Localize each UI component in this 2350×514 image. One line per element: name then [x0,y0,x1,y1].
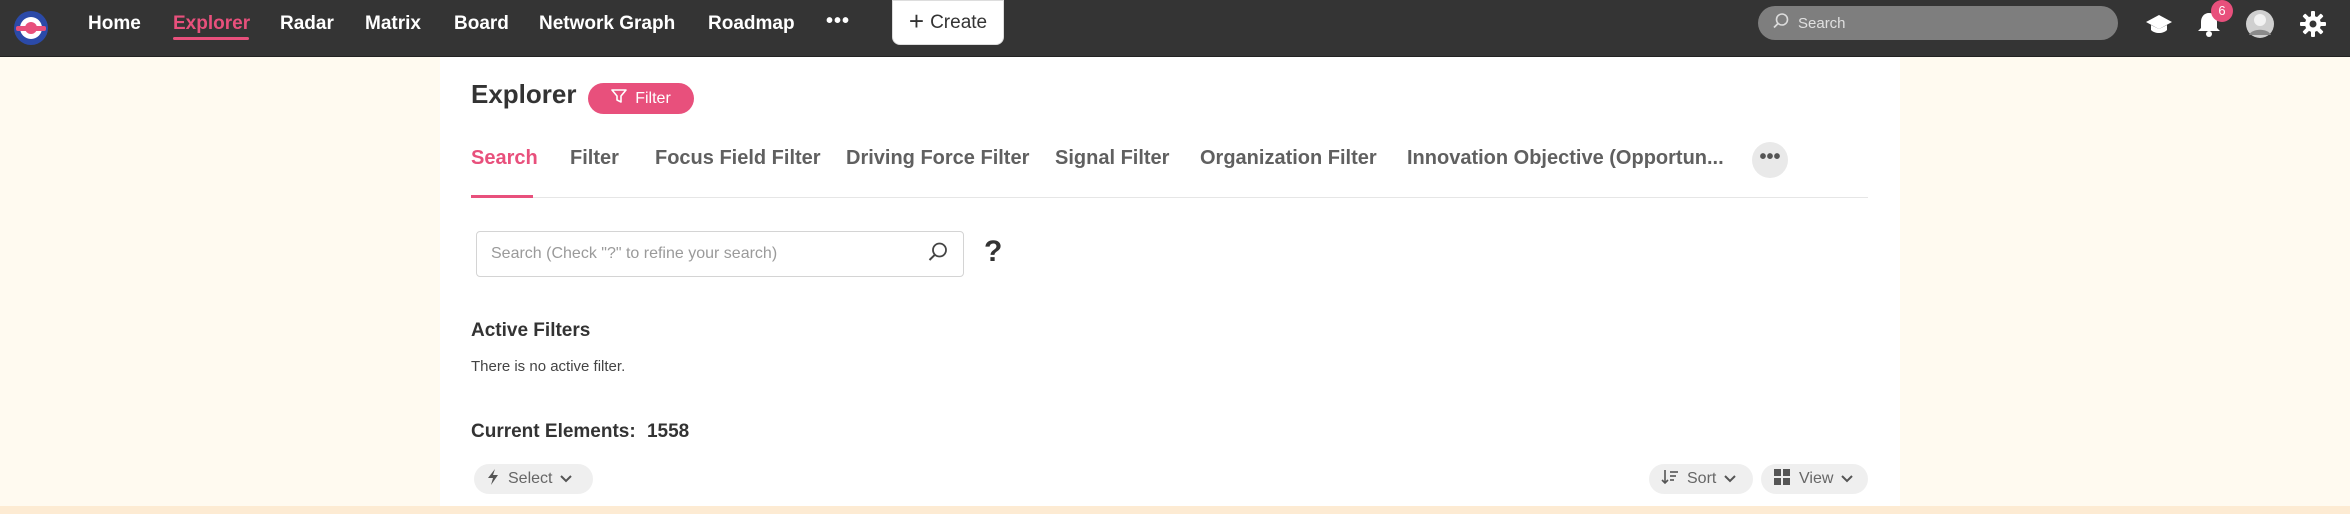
bolt-icon [486,468,500,490]
tabs-divider [471,197,1868,198]
funnel-icon [611,88,628,109]
nav-home[interactable]: Home [88,9,141,41]
view-button[interactable]: View [1761,464,1868,494]
chevron-down-icon [560,470,573,488]
active-filters-empty-text: There is no active filter. [471,358,626,375]
gear-icon[interactable] [2297,8,2329,40]
global-search-input[interactable] [1798,14,2098,32]
active-filters-heading: Active Filters [471,320,591,341]
app-logo-icon[interactable] [10,7,52,49]
explorer-search-input[interactable] [491,245,927,263]
current-elements-count: 1558 [646,421,690,442]
tab-organization-filter[interactable]: Organization Filter [1200,147,1377,170]
chevron-down-icon [1841,470,1854,488]
top-navigation-bar: Home Explorer Radar Matrix Board Network… [0,0,2350,57]
tabs-more-button[interactable]: ••• [1752,142,1788,178]
magnifier-icon[interactable] [927,241,949,268]
explorer-panel [440,57,1900,514]
avatar[interactable] [2244,8,2276,40]
nav-active-indicator [173,37,249,40]
search-help-button[interactable]: ? [984,235,1002,269]
bottom-edge [0,506,2350,514]
global-search[interactable] [1758,6,2118,40]
tab-active-indicator [471,195,533,198]
sort-label: Sort [1687,470,1717,487]
notification-badge: 6 [2211,0,2233,22]
current-elements-label: Current Elements: [471,421,636,442]
grid-icon [1773,468,1791,491]
explorer-search-field[interactable] [476,231,964,277]
chevron-down-icon [1724,470,1737,488]
nav-board[interactable]: Board [454,9,509,41]
plus-icon: + [908,6,925,36]
tab-signal-filter[interactable]: Signal Filter [1055,147,1169,170]
tab-innovation-objective[interactable]: Innovation Objective (Opportun... [1407,147,1724,170]
current-elements: Current Elements: 1558 [471,421,689,443]
nav-matrix[interactable]: Matrix [365,9,421,41]
tab-driving-force-filter[interactable]: Driving Force Filter [846,147,1029,170]
sort-icon [1661,469,1679,490]
page-title: Explorer [471,79,577,109]
tab-focus-field-filter[interactable]: Focus Field Filter [655,147,821,170]
nav-network-graph[interactable]: Network Graph [539,9,675,41]
filter-button[interactable]: Filter [588,83,694,114]
create-button[interactable]: + Create [892,0,1004,45]
select-button[interactable]: Select [474,464,593,494]
tab-search[interactable]: Search [471,147,538,170]
view-label: View [1799,470,1834,487]
nav-more-button[interactable]: ••• [826,10,850,33]
tab-filter[interactable]: Filter [570,147,619,170]
nav-radar[interactable]: Radar [280,9,334,41]
create-label: Create [930,11,988,33]
filter-label: Filter [635,89,671,107]
search-icon [1772,12,1790,35]
nav-roadmap[interactable]: Roadmap [708,9,795,41]
graduation-cap-icon[interactable] [2143,8,2175,40]
sort-button[interactable]: Sort [1649,464,1753,494]
select-label: Select [508,470,553,487]
